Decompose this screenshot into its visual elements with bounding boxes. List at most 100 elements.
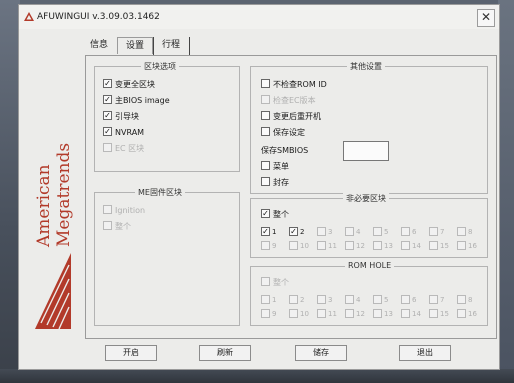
- checkbox-box: [261, 277, 270, 286]
- checkbox-label: 16: [468, 242, 477, 250]
- checkbox-box[interactable]: ✓: [289, 226, 298, 236]
- checkbox-box: [261, 309, 270, 318]
- checkbox-ignition: Ignition: [103, 205, 145, 216]
- afuwingui-window: AFUWINGUI v.3.09.03.1462 ✕ 信息 设置 行程 Amer…: [18, 4, 500, 370]
- checkbox-box: [373, 295, 382, 304]
- checkbox-box: [373, 227, 382, 236]
- checkbox-nc-1[interactable]: ✓ 1: [261, 226, 277, 238]
- checkbox-box[interactable]: ✓: [103, 95, 112, 104]
- checkbox-rh-8: 8: [457, 295, 472, 306]
- checkbox-label: 10: [300, 242, 309, 250]
- checkbox-box: [261, 95, 270, 104]
- checkbox-non-critical-whole[interactable]: ✓ 整个: [261, 209, 289, 220]
- checkbox-box[interactable]: [261, 79, 270, 88]
- refresh-button[interactable]: 刷新: [199, 345, 251, 361]
- group-title-me-firmware: ME固件区块: [135, 187, 185, 198]
- checkbox-label: 2: [300, 228, 305, 236]
- tab-info[interactable]: 信息: [85, 37, 113, 53]
- settings-panel: 区块选项 ✓ 变更全区块 ✓ 主BIOS image ✓ 引导块 ✓ NVRAM EC …: [85, 55, 497, 339]
- checkbox-box[interactable]: [261, 111, 270, 120]
- checkbox-box: [429, 227, 438, 236]
- block-options-group: 区块选项 ✓ 变更全区块 ✓ 主BIOS image ✓ 引导块 ✓ NVRAM EC …: [94, 61, 240, 172]
- window-title: AFUWINGUI v.3.09.03.1462: [37, 12, 160, 22]
- checkbox-label: 4: [356, 228, 361, 236]
- checkbox-label: 14: [412, 242, 421, 250]
- checkbox-seal[interactable]: 封存: [261, 177, 289, 188]
- checkbox-nvram[interactable]: ✓ NVRAM: [103, 127, 144, 138]
- checkbox-label: 1: [272, 228, 277, 236]
- checkbox-skip-rom-id-check[interactable]: 不检查ROM ID: [261, 79, 327, 90]
- checkbox-box[interactable]: ✓: [103, 127, 112, 136]
- checkbox-box: [261, 241, 270, 250]
- checkbox-reboot-after-update[interactable]: 变更后重开机: [261, 111, 321, 122]
- checkbox-box: [289, 241, 298, 250]
- checkbox-rom-hole-whole: 整个: [261, 277, 289, 288]
- exit-button[interactable]: 退出: [399, 345, 451, 361]
- checkbox-box: [373, 309, 382, 318]
- checkbox-me-whole: 整个: [103, 221, 131, 232]
- checkbox-box: [429, 241, 438, 250]
- checkbox-label: 9: [272, 310, 277, 318]
- checkbox-rh-12: 12: [345, 309, 365, 320]
- checkbox-label: 12: [356, 242, 365, 250]
- checkbox-box[interactable]: [261, 127, 270, 136]
- checkbox-box[interactable]: ✓: [103, 79, 112, 88]
- checkbox-box: [317, 227, 326, 236]
- checkbox-box[interactable]: ✓: [261, 226, 270, 236]
- checkbox-menu[interactable]: 菜单: [261, 161, 289, 172]
- checkbox-nc-7: 7: [429, 227, 444, 238]
- smbios-input[interactable]: [343, 141, 389, 161]
- checkbox-main-bios-image[interactable]: ✓ 主BIOS image: [103, 95, 170, 106]
- checkbox-label: 14: [412, 310, 421, 318]
- checkbox-rh-4: 4: [345, 295, 360, 306]
- checkbox-rh-7: 7: [429, 295, 444, 306]
- checkbox-boot-block[interactable]: ✓ 引导块: [103, 111, 139, 122]
- checkbox-box: [401, 227, 410, 236]
- checkbox-nc-4: 4: [345, 227, 360, 238]
- logo-text-megatrends: Megatrends: [54, 143, 74, 247]
- checkbox-box: [345, 309, 354, 318]
- checkbox-label: 主BIOS image: [115, 96, 170, 105]
- checkbox-update-all-blocks[interactable]: ✓ 变更全区块: [103, 79, 155, 90]
- title-bar[interactable]: AFUWINGUI v.3.09.03.1462 ✕: [19, 5, 499, 29]
- checkbox-label: 13: [384, 310, 393, 318]
- checkbox-check-ec-version: 检查EC版本: [261, 95, 316, 106]
- non-critical-block-group: 非必要区块 ✓ 整个 ✓ 1 ✓ 2 3 4 5 6 7 8 9 10 11 12 1…: [250, 193, 488, 258]
- tab-process[interactable]: 行程: [157, 37, 185, 53]
- checkbox-box[interactable]: ✓: [103, 111, 112, 120]
- checkbox-nc-13: 13: [373, 241, 393, 252]
- checkbox-rh-3: 3: [317, 295, 332, 306]
- checkbox-nc-2[interactable]: ✓ 2: [289, 226, 305, 238]
- close-button[interactable]: ✕: [477, 9, 495, 27]
- checkbox-box[interactable]: ✓: [261, 209, 270, 218]
- checkbox-save-settings[interactable]: 保存设定: [261, 127, 305, 138]
- save-button[interactable]: 储存: [295, 345, 347, 361]
- checkbox-box: [317, 295, 326, 304]
- checkbox-label: 引导块: [115, 112, 139, 121]
- tab-settings[interactable]: 设置: [117, 37, 153, 54]
- checkbox-box: [373, 241, 382, 250]
- checkbox-rh-13: 13: [373, 309, 393, 320]
- group-title-rom-hole: ROM HOLE: [345, 261, 395, 270]
- desktop-background-left: [0, 0, 20, 383]
- checkbox-box: [289, 309, 298, 318]
- checkbox-box: [401, 309, 410, 318]
- checkbox-label: 10: [300, 310, 309, 318]
- checkbox-label: 15: [440, 310, 449, 318]
- checkbox-label: 整个: [273, 278, 289, 287]
- checkbox-box: [345, 241, 354, 250]
- checkbox-box: [103, 205, 112, 214]
- desktop-background-right: [498, 0, 514, 383]
- checkbox-box[interactable]: [261, 161, 270, 170]
- checkbox-box[interactable]: [261, 177, 270, 186]
- checkbox-box: [345, 227, 354, 236]
- checkbox-rh-1: 1: [261, 295, 276, 306]
- start-button[interactable]: 开启: [105, 345, 157, 361]
- other-settings-group: 其他设置 不检查ROM ID 检查EC版本 变更后重开机 保存设定 保存SMBI…: [250, 61, 488, 194]
- checkbox-label: 不检查ROM ID: [273, 80, 327, 89]
- logo-triangle: [35, 253, 71, 330]
- group-title-block-options: 区块选项: [141, 61, 179, 72]
- checkbox-rh-2: 2: [289, 295, 304, 306]
- checkbox-rh-15: 15: [429, 309, 449, 320]
- tab-separator: [153, 37, 154, 55]
